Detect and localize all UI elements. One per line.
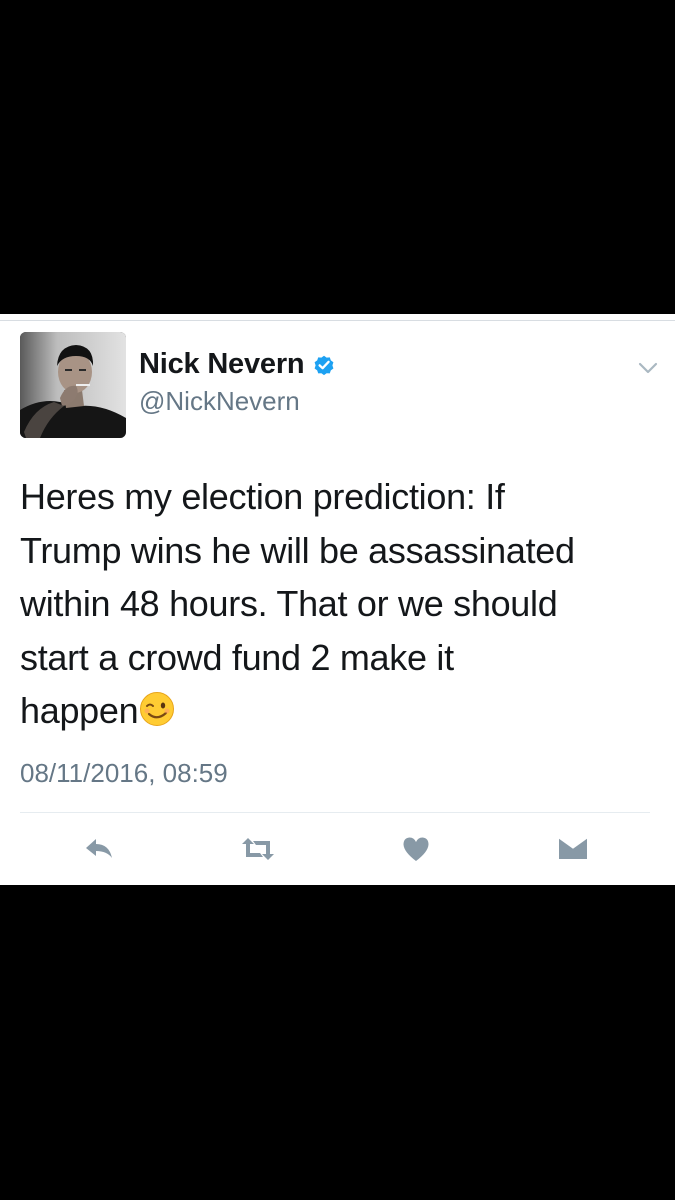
tweet-text-line: within 48 hours. That or we should [20, 583, 558, 624]
tweet-timestamp[interactable]: 08/11/2016, 08:59 [20, 758, 228, 789]
tweet-text-line: Trump wins he will be assassinated [20, 529, 575, 571]
avatar-photo [20, 332, 126, 438]
top-divider [0, 320, 675, 321]
winking-face-emoji-icon [140, 692, 175, 726]
avatar[interactable] [20, 332, 126, 438]
verified-badge-icon [315, 355, 334, 375]
author-handle[interactable]: @NickNevern [139, 386, 300, 417]
heart-icon[interactable] [401, 834, 431, 864]
tweet-text-line: happen [20, 690, 139, 731]
retweet-icon[interactable] [240, 834, 276, 864]
envelope-icon[interactable] [557, 834, 589, 864]
actions-divider [20, 812, 650, 813]
author-name[interactable]: Nick Nevern [139, 348, 336, 381]
chevron-down-icon[interactable] [636, 358, 660, 378]
author-name-text: Nick Nevern [139, 348, 305, 380]
black-top-band [0, 0, 675, 314]
tweet-text: Heres my election prediction: If Trump w… [20, 470, 650, 738]
black-bottom-band [0, 885, 675, 1200]
tweet-card: Nick Nevern @NickNevern Heres my electio… [0, 314, 675, 885]
tweet-text-line: start a crowd fund 2 make it [20, 636, 454, 678]
reply-icon[interactable] [83, 834, 117, 864]
tweet-text-line: Heres my election prediction: If [20, 476, 505, 517]
